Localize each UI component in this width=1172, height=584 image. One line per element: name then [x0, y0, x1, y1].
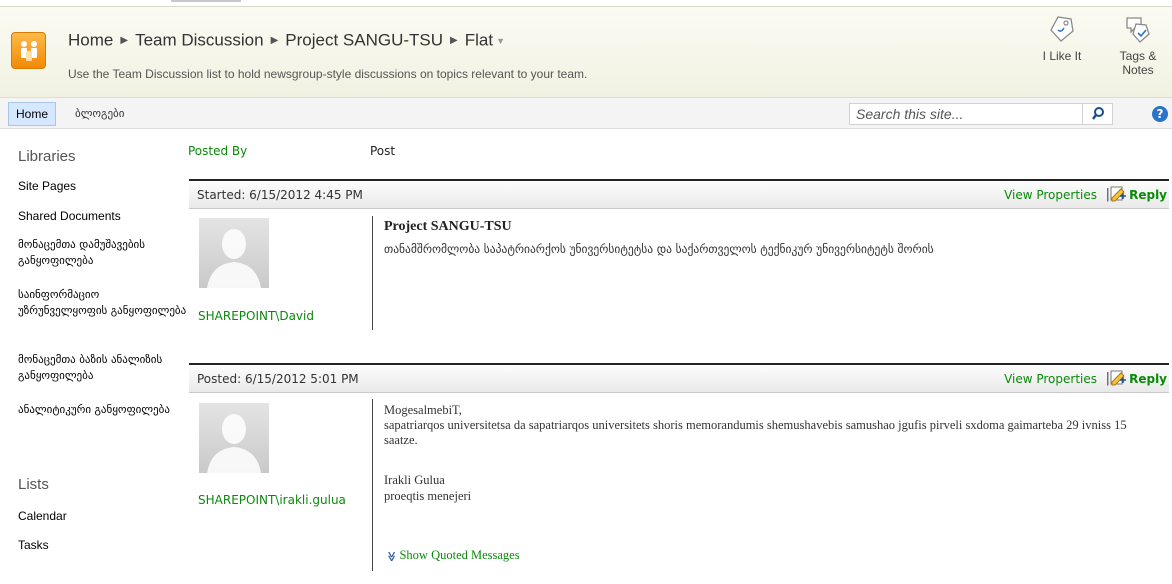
lists-heading[interactable]: Lists	[18, 476, 49, 493]
nav-blogs[interactable]: ბლოგები	[75, 107, 124, 120]
reply-label: Reply	[1129, 372, 1167, 386]
i-like-it-button[interactable]: I Like It	[1034, 15, 1090, 63]
post-divider	[372, 216, 373, 330]
post-posted-date: Posted: 6/15/2012 5:01 PM	[197, 372, 359, 386]
libraries-heading[interactable]: Libraries	[18, 148, 76, 165]
signature-name: Irakli Gulua	[384, 473, 445, 487]
person-placeholder-icon	[207, 229, 261, 288]
post-column-header[interactable]: Post	[370, 144, 395, 158]
reply-icon	[1110, 186, 1127, 202]
notes-label: Notes	[1122, 63, 1154, 77]
post-title: Project SANGU-TSU	[384, 219, 512, 234]
nav-shared-documents[interactable]: Shared Documents	[18, 208, 188, 224]
tags-notes-icon	[1126, 17, 1150, 43]
site-header: Home ▶ Team Discussion ▶ Project SANGU-TSU ▶ F…	[0, 6, 1172, 97]
breadcrumb-separator-icon: ▶	[270, 35, 279, 47]
view-properties-link[interactable]: View Properties	[1004, 188, 1097, 202]
post-started-date: Started: 6/15/2012 4:45 PM	[197, 188, 363, 202]
double-chevron-down-icon: ≫	[385, 551, 397, 562]
person-placeholder-icon	[207, 414, 261, 473]
top-navigation: Home ბლოგები ?	[0, 97, 1172, 129]
post-author[interactable]: SHAREPOINT\irakli.gulua	[198, 493, 346, 507]
search-box	[849, 103, 1113, 125]
search-button[interactable]	[1082, 104, 1112, 124]
chevron-down-icon[interactable]: ▼	[496, 36, 505, 46]
tags-notes-button[interactable]: Tags & Notes	[1112, 15, 1164, 77]
post-header-bar: Started: 6/15/2012 4:45 PM View Properti…	[189, 179, 1169, 209]
nav-library-database-analysis[interactable]: მონაცემთა ბაზის ანალიზის განყოფილება	[18, 352, 188, 384]
breadcrumb-list[interactable]: Team Discussion	[135, 31, 264, 50]
search-icon	[1092, 107, 1104, 120]
view-selector[interactable]: Flat	[465, 31, 493, 50]
reply-label: Reply	[1129, 188, 1167, 202]
reply-button[interactable]: Reply	[1109, 370, 1167, 386]
reply-button[interactable]: Reply	[1109, 186, 1167, 202]
post-header-bar: Posted: 6/15/2012 5:01 PM View Propertie…	[189, 363, 1169, 393]
breadcrumb-home[interactable]: Home	[68, 31, 113, 50]
reply-icon	[1110, 370, 1127, 386]
site-logo-icon[interactable]	[11, 32, 46, 69]
list-description: Use the Team Discussion list to hold new…	[68, 67, 588, 81]
quick-launch: Libraries Site Pages Shared Documents მო…	[0, 129, 186, 584]
nav-home[interactable]: Home	[8, 102, 56, 126]
post-body: თანამშრომლობა საპატრიარქოს უნივერსიტეტსა…	[384, 242, 934, 256]
post-body: sapatriarqos universitetsa da sapatriarq…	[384, 418, 1127, 447]
post-author[interactable]: SHAREPOINT\David	[198, 309, 314, 323]
show-quoted-messages-link[interactable]: ≫ Show Quoted Messages	[386, 548, 520, 563]
nav-site-pages[interactable]: Site Pages	[18, 178, 188, 194]
show-quoted-label: Show Quoted Messages	[399, 548, 520, 562]
search-input[interactable]	[850, 104, 1082, 124]
view-properties-link[interactable]: View Properties	[1004, 372, 1097, 386]
nav-library-info-support[interactable]: საინფორმაციო უზრუნველყოფის განყოფილება	[18, 287, 188, 319]
discussion-content: Posted By Post Started: 6/15/2012 4:45 P…	[184, 129, 1172, 584]
nav-calendar[interactable]: Calendar	[18, 508, 188, 524]
post-greeting: MogesalmebiT,	[384, 403, 462, 417]
post-divider	[372, 399, 373, 571]
nav-library-data-processing[interactable]: მონაცემთა დამუშავების განყოფილება	[18, 237, 188, 269]
posted-by-column-header[interactable]: Posted By	[188, 144, 247, 158]
tags-label: Tags &	[1119, 49, 1157, 63]
avatar	[199, 403, 269, 473]
nav-library-analytics[interactable]: ანალიტიკური განყოფილება	[18, 402, 188, 418]
like-label: I Like It	[1042, 49, 1082, 63]
signature-role: proeqtis menejeri	[384, 489, 472, 503]
breadcrumb-separator-icon: ▶	[120, 35, 129, 47]
help-icon[interactable]: ?	[1152, 106, 1168, 122]
breadcrumb-item[interactable]: Project SANGU-TSU	[285, 31, 443, 50]
avatar	[199, 218, 269, 288]
like-tag-icon	[1050, 16, 1074, 42]
breadcrumb: Home ▶ Team Discussion ▶ Project SANGU-TSU ▶ F…	[68, 30, 505, 51]
breadcrumb-separator-icon: ▶	[450, 35, 458, 47]
nav-tasks[interactable]: Tasks	[18, 537, 188, 553]
